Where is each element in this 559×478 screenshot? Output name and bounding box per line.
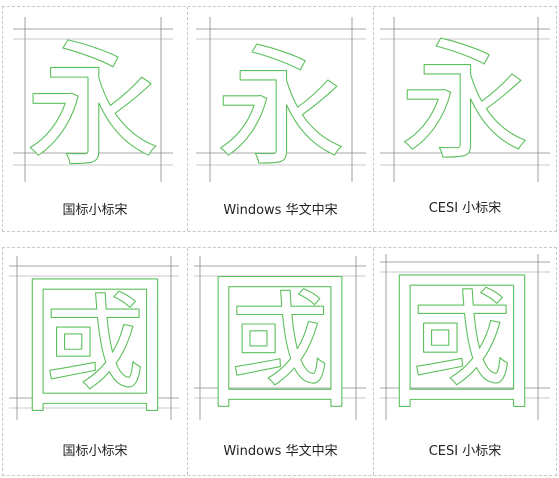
font-label: Windows 华文中宋 (223, 444, 338, 459)
glyph-cell: 國 CESI 小标宋 (373, 248, 556, 475)
comparison-panel-row-2: 國 国标小标宋 國 Windows 华文中宋 國 CESI 小标宋 (2, 247, 557, 476)
glyph-cell: 永 国标小标宋 (3, 7, 187, 231)
glyph-character: 國 (206, 257, 354, 429)
glyph-cell: 國 国标小标宋 (3, 248, 187, 475)
comparison-panel-row-1: 永 国标小标宋 永 Windows 华文中宋 永 CESI 小标宋 (2, 6, 557, 232)
glyph-cell: 永 Windows 华文中宋 (187, 7, 373, 231)
glyph-character: 國 (387, 256, 537, 430)
glyph-character: 永 (216, 32, 346, 184)
glyph-character: 永 (26, 28, 161, 185)
font-label: Windows 华文中宋 (223, 203, 338, 218)
glyph-drawing: 永 (13, 17, 173, 186)
glyph-cell: 國 Windows 华文中宋 (187, 248, 373, 475)
font-label: 国标小标宋 (62, 444, 128, 459)
font-label: CESI 小标宋 (428, 201, 502, 216)
glyph-character: 永 (400, 26, 530, 178)
glyph-drawing: 永 (196, 17, 366, 185)
font-label: 国标小标宋 (62, 203, 128, 218)
glyph-character: 國 (20, 260, 170, 434)
glyph-cell: 永 CESI 小标宋 (373, 7, 556, 231)
font-label: CESI 小标宋 (428, 444, 502, 459)
